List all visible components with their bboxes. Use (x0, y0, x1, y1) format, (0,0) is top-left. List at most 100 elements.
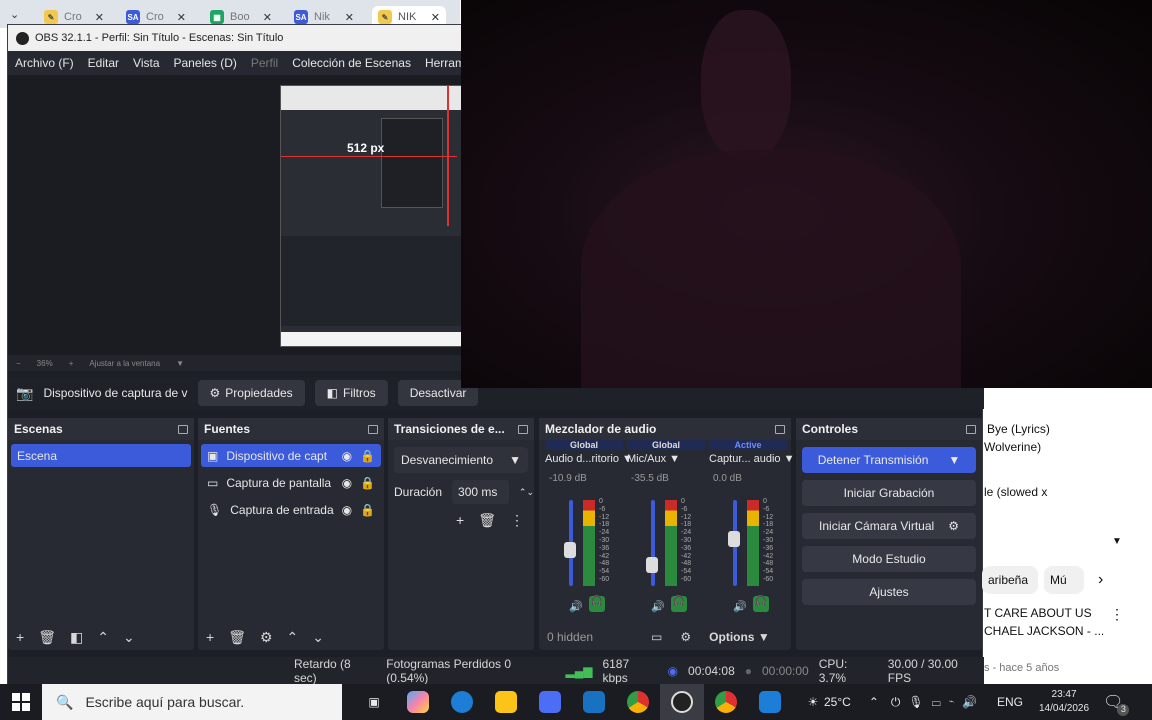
monitor-headphones-icon[interactable]: 🎧 (589, 596, 605, 612)
menu-scene-collection[interactable]: Colección de Escenas (292, 56, 411, 70)
more-icon[interactable]: ⋮ (510, 512, 524, 529)
chip[interactable]: aribeña (982, 566, 1038, 594)
eye-icon[interactable]: ◉ (342, 503, 352, 517)
close-icon[interactable]: ✕ (431, 11, 440, 24)
chrome-profile-icon[interactable] (704, 684, 748, 720)
weather-temp[interactable]: 25°C (824, 695, 851, 709)
undock-icon[interactable] (518, 424, 528, 434)
mute-speaker-icon[interactable]: 🔊 (651, 600, 665, 613)
volume-slider-handle[interactable] (564, 541, 576, 558)
add-icon[interactable]: + (206, 629, 214, 645)
move-down-icon[interactable]: ⌄ (312, 629, 324, 646)
monitor-headphones-icon[interactable]: 🎧 (671, 596, 687, 612)
tab-list-chevron-icon[interactable]: ⌄ (10, 8, 19, 21)
trash-icon[interactable]: 🗑 (38, 629, 56, 646)
zoom-out-button[interactable]: − (16, 359, 21, 368)
trash-icon[interactable]: 🗑 (228, 629, 246, 646)
trash-icon[interactable]: 🗑 (478, 512, 496, 529)
monitor-headphones-icon[interactable]: 🎧 (753, 596, 769, 612)
move-up-icon[interactable]: ⌃ (287, 629, 299, 646)
file-explorer-icon[interactable] (484, 684, 528, 720)
remote-desktop-icon[interactable] (748, 684, 792, 720)
eye-icon[interactable]: ◉ (342, 449, 352, 463)
zoom-in-button[interactable]: + (69, 359, 74, 368)
start-recording-button[interactable]: Iniciar Grabación (802, 480, 976, 506)
undock-icon[interactable] (368, 424, 378, 434)
chip[interactable]: Mú (1044, 566, 1084, 594)
layout-icon[interactable]: ▭ (651, 630, 662, 644)
filters-button[interactable]: ◧ Filtros (314, 380, 388, 406)
mute-speaker-icon[interactable]: 🔊 (733, 600, 747, 613)
gear-icon[interactable]: ⚙ (680, 630, 691, 644)
edge-icon[interactable] (440, 684, 484, 720)
stop-streaming-button[interactable]: Detener Transmisión ▼ (802, 447, 976, 473)
chevron-down-icon[interactable]: ▼ (948, 453, 960, 467)
lock-icon[interactable]: 🔒 (360, 476, 375, 490)
video-title-line[interactable]: Bye (Lyrics) (987, 422, 1050, 436)
lock-icon[interactable]: 🔒 (360, 503, 375, 517)
options-button[interactable]: Options ▼ (709, 630, 770, 644)
notification-icon[interactable]: 🗨 3 (1103, 692, 1130, 716)
menu-edit[interactable]: Editar (88, 56, 119, 70)
undock-icon[interactable] (966, 424, 976, 434)
studio-mode-button[interactable]: Modo Estudio (802, 546, 976, 572)
outlook-icon[interactable] (572, 684, 616, 720)
chrome-icon[interactable] (616, 684, 660, 720)
start-virtual-camera-button[interactable]: Iniciar Cámara Virtual ⚙ (802, 513, 976, 539)
scene-item[interactable]: Escena (11, 444, 191, 467)
language-indicator[interactable]: ENG (997, 695, 1023, 709)
fit-to-window-button[interactable]: Ajustar a la ventana (89, 359, 160, 368)
windows-start-icon[interactable] (12, 693, 30, 711)
add-icon[interactable]: + (456, 512, 464, 529)
source-item[interactable]: 🎙 Captura de entrada ◉ 🔒 (201, 498, 381, 521)
settings-button[interactable]: Ajustes (802, 579, 976, 605)
close-icon[interactable]: ✕ (177, 11, 186, 24)
move-up-icon[interactable]: ⌃ (97, 629, 109, 646)
stepper-icon[interactable]: ⌃⌄ (519, 487, 534, 498)
more-icon[interactable]: ⋮ (1110, 606, 1124, 623)
clock[interactable]: 23:47 14/04/2026 (1039, 688, 1089, 716)
lock-icon[interactable]: 🔒 (360, 449, 375, 463)
close-icon[interactable]: ✕ (263, 11, 272, 24)
video-title-line[interactable]: CHAEL JACKSON - ... (984, 624, 1104, 638)
close-icon[interactable]: ✕ (95, 11, 104, 24)
tray-icons[interactable]: ⏻🎙▭⌁🔊 (891, 695, 985, 710)
taskbar-search-box[interactable]: 🔍 Escribe aquí para buscar. (42, 684, 342, 720)
gear-icon[interactable]: ⚙ (260, 629, 273, 646)
properties-button[interactable]: ⚙ Propiedades (197, 380, 305, 406)
menu-file[interactable]: Archivo (F) (15, 56, 74, 70)
transition-select[interactable]: Desvanecimiento ▼ (394, 447, 528, 473)
channel-name[interactable]: Captur... audio ▼ (709, 453, 795, 465)
chevron-down-icon[interactable]: ▼ (176, 359, 184, 368)
menu-view[interactable]: Vista (133, 56, 159, 70)
volume-slider-handle[interactable] (646, 556, 658, 573)
add-icon[interactable]: + (16, 629, 24, 645)
channel-name[interactable]: Mic/Aux ▼ (627, 453, 705, 465)
menu-docks[interactable]: Paneles (D) (174, 56, 237, 70)
undock-icon[interactable] (178, 424, 188, 434)
copilot-icon[interactable] (396, 684, 440, 720)
duration-input[interactable]: 300 ms (452, 480, 509, 504)
source-item[interactable]: ▭ Captura de pantalla ◉ 🔒 (201, 471, 381, 494)
eye-icon[interactable]: ◉ (342, 476, 352, 490)
undock-icon[interactable] (775, 424, 785, 434)
video-title-line[interactable]: le (slowed x (984, 485, 1047, 499)
video-title-line[interactable]: Wolverine) (984, 440, 1041, 454)
video-title-line[interactable]: T CARE ABOUT US (984, 606, 1092, 620)
move-down-icon[interactable]: ⌄ (123, 629, 135, 646)
chevron-up-icon[interactable]: ⌃ (869, 695, 879, 709)
menu-profile[interactable]: Perfil (251, 56, 278, 70)
chevron-right-icon[interactable]: › (1098, 571, 1103, 589)
obs-icon[interactable] (660, 684, 704, 720)
volume-slider-handle[interactable] (728, 530, 740, 547)
close-icon[interactable]: ✕ (345, 11, 354, 24)
task-view-icon[interactable]: ▣ (352, 684, 396, 720)
chevron-down-icon[interactable]: ▼ (1112, 536, 1122, 547)
store-icon[interactable] (528, 684, 572, 720)
channel-name[interactable]: Audio d...ritorio ▼ (545, 453, 633, 465)
mute-speaker-icon[interactable]: 🔊 (569, 600, 583, 613)
source-item[interactable]: ▣ Dispositivo de capt ◉ 🔒 (201, 444, 381, 467)
filter-icon[interactable]: ◧ (70, 629, 83, 646)
gear-icon[interactable]: ⚙ (948, 519, 959, 533)
volume-slider-track[interactable] (651, 500, 655, 586)
